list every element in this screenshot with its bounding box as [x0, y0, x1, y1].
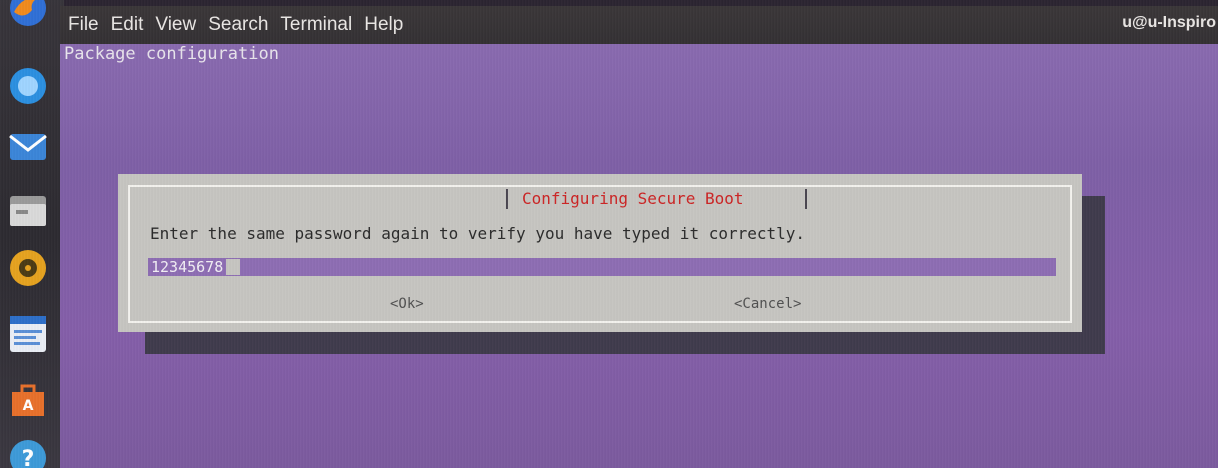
dialog-title: Configuring Secure Boot	[510, 187, 756, 211]
files-icon[interactable]	[6, 188, 50, 232]
rhythmbox-icon[interactable]	[6, 246, 50, 290]
dialog-message: Enter the same password again to verify …	[150, 224, 806, 243]
launcher-dock: A ?	[0, 0, 64, 468]
cancel-button[interactable]: <Cancel>	[734, 296, 801, 312]
title-right-tick	[805, 189, 807, 209]
ok-button[interactable]: <Ok>	[390, 296, 424, 312]
menu-help[interactable]: Help	[364, 14, 403, 36]
menu-file[interactable]: File	[68, 14, 99, 36]
password-field[interactable]: 12345678	[148, 258, 1056, 276]
text-cursor	[226, 259, 241, 275]
window-title: u@u-Inspiro	[1122, 14, 1216, 31]
menu-view[interactable]: View	[155, 14, 196, 36]
thunderbird-icon[interactable]	[6, 64, 50, 108]
secure-boot-dialog: Configuring Secure Boot Enter the same p…	[118, 174, 1082, 332]
svg-text:?: ?	[22, 447, 35, 468]
dialog-frame: Configuring Secure Boot	[128, 185, 1072, 323]
terminal-window[interactable]: File Edit View Search Terminal Help u@u-…	[60, 6, 1218, 468]
firefox-icon[interactable]	[6, 0, 50, 30]
writer-icon[interactable]	[6, 312, 50, 356]
menu-terminal[interactable]: Terminal	[280, 14, 352, 36]
title-left-tick	[506, 189, 508, 209]
menu-edit[interactable]: Edit	[111, 14, 144, 36]
svg-text:A: A	[23, 398, 34, 414]
package-configuration-header: Package configuration	[64, 44, 279, 64]
email-icon[interactable]	[6, 124, 50, 168]
menu-search[interactable]: Search	[208, 14, 268, 36]
password-value: 12345678	[151, 258, 224, 276]
software-icon[interactable]: A	[6, 378, 50, 422]
screen: A ? File Edit View Search Terminal Help …	[0, 0, 1218, 468]
menubar: File Edit View Search Terminal Help u@u-…	[60, 6, 1218, 44]
help-icon[interactable]: ?	[6, 436, 50, 468]
